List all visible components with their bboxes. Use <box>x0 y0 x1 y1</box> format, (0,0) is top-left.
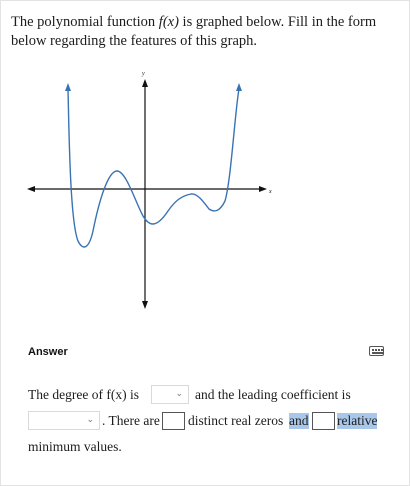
polynomial-curve <box>67 88 240 248</box>
degree-dropdown[interactable]: ⌄ <box>151 385 189 404</box>
y-axis-up-arrow <box>142 79 148 87</box>
answer-label: Answer <box>28 346 68 358</box>
chevron-down-icon: ⌄ <box>175 388 183 398</box>
y-axis <box>142 79 148 309</box>
sentence-there-are: . There are <box>102 413 160 428</box>
question-panel: The polynomial function f(x) is graphed … <box>0 0 410 486</box>
sentence-relative: relative <box>337 413 378 429</box>
y-axis-down-arrow <box>142 301 148 309</box>
polynomial-graph: x y <box>27 71 272 309</box>
sentence-degree: The degree of f(x) is <box>28 387 139 402</box>
distinct-zeros-input[interactable] <box>162 412 185 430</box>
x-axis <box>27 186 267 192</box>
sentence-minimum-values: minimum values. <box>28 439 122 454</box>
x-axis-right-arrow <box>259 186 267 192</box>
sentence-and: and <box>289 413 309 429</box>
x-axis-label: x <box>268 189 272 195</box>
leading-coefficient-dropdown[interactable]: ⌄ <box>28 411 100 430</box>
keyboard-icon[interactable] <box>369 346 384 356</box>
sentence-leading-coefficient: and the leading coefficient is <box>195 387 351 402</box>
function-name: f(x) <box>158 14 179 30</box>
curve-left-arrow <box>65 83 71 91</box>
relative-min-input[interactable] <box>312 412 335 430</box>
y-axis-label: y <box>141 71 145 77</box>
x-axis-left-arrow <box>27 186 35 192</box>
curve-right-arrow <box>236 83 242 91</box>
chevron-down-icon: ⌄ <box>86 414 94 424</box>
question-prompt: The polynomial function f(x) is graphed … <box>11 13 401 51</box>
sentence-distinct-zeros: distinct real zeros <box>188 413 284 428</box>
prompt-text-before: The polynomial function <box>11 14 159 30</box>
